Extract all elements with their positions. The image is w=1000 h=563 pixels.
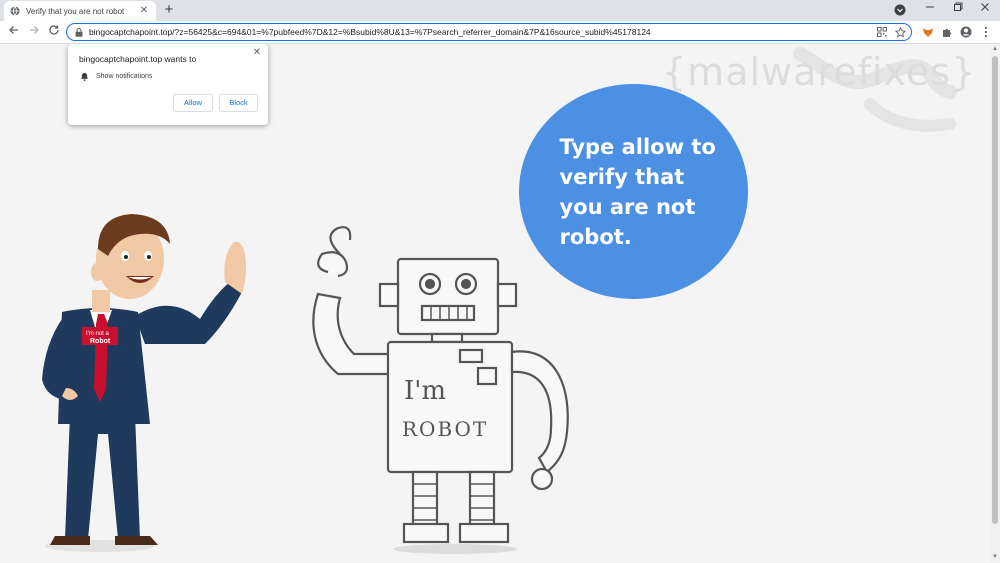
close-icon xyxy=(981,3,989,11)
chevron-down-circle-icon xyxy=(894,4,906,16)
toolbar: bingocaptchapoint.top/?z=56425&c=694&01=… xyxy=(0,21,1000,44)
tab-search-button[interactable] xyxy=(892,2,908,18)
scroll-up-icon[interactable]: ▲ xyxy=(991,45,999,53)
robot-text-line1: I'm xyxy=(404,376,446,406)
tab-title: Verify that you are not robot xyxy=(26,6,125,16)
kebab-menu-icon xyxy=(984,26,988,38)
forward-arrow-icon xyxy=(30,26,39,34)
tab-active[interactable]: Verify that you are not robot ✕ xyxy=(4,1,156,21)
reload-icon xyxy=(49,25,59,35)
notification-permission-popup: bingocaptchapoint.top wants to ✕ Show no… xyxy=(68,44,268,125)
close-window-button[interactable] xyxy=(977,2,993,18)
profile-button[interactable] xyxy=(958,24,974,40)
address-bar[interactable]: bingocaptchapoint.top/?z=56425&c=694&01=… xyxy=(66,23,912,41)
popup-close-button[interactable]: ✕ xyxy=(251,47,263,58)
page-viewport: {malwarefixes} Type allow to verify that… xyxy=(0,44,990,563)
minimize-icon xyxy=(926,6,934,8)
back-button[interactable] xyxy=(6,24,22,40)
restore-icon xyxy=(954,2,963,11)
star-icon xyxy=(894,26,906,38)
puzzle-icon xyxy=(943,28,952,37)
watermark-text: {malwarefixes} xyxy=(662,50,977,94)
allow-button[interactable]: Allow xyxy=(173,94,213,112)
bookmark-button[interactable] xyxy=(893,25,907,39)
fox-extension-icon xyxy=(923,28,933,37)
back-arrow-icon xyxy=(9,26,18,34)
browser-window: Verify that you are not robot ✕ + bingoc… xyxy=(0,0,1000,563)
chrome-menu-button[interactable] xyxy=(978,24,994,40)
robot-text-line2: ROBOT xyxy=(402,417,488,441)
new-tab-button[interactable]: + xyxy=(161,2,177,18)
minimize-button[interactable] xyxy=(922,2,938,18)
globe-icon xyxy=(10,6,20,16)
extensions-button[interactable] xyxy=(939,24,955,40)
vertical-scrollbar[interactable]: ▲ ▼ xyxy=(990,44,1000,563)
scrollbar-thumb[interactable] xyxy=(992,56,998,524)
popup-title: bingocaptchapoint.top wants to xyxy=(79,54,197,64)
reload-button[interactable] xyxy=(46,24,62,40)
block-button[interactable]: Block xyxy=(219,94,258,112)
profile-icon xyxy=(960,26,972,38)
tab-close-button[interactable]: ✕ xyxy=(138,5,150,17)
forward-button[interactable] xyxy=(26,24,42,40)
bell-icon xyxy=(80,72,89,81)
scroll-down-icon[interactable]: ▼ xyxy=(991,553,999,561)
tab-bar: Verify that you are not robot ✕ + xyxy=(0,0,1000,21)
restore-button[interactable] xyxy=(950,2,966,18)
url-text[interactable]: bingocaptchapoint.top/?z=56425&c=694&01=… xyxy=(89,27,875,37)
qr-icon xyxy=(877,27,887,37)
lock-icon[interactable] xyxy=(75,27,83,37)
extension-fox-button[interactable] xyxy=(920,24,936,40)
popup-permission-text: Show notifications xyxy=(96,73,153,80)
qr-button[interactable] xyxy=(875,25,889,39)
